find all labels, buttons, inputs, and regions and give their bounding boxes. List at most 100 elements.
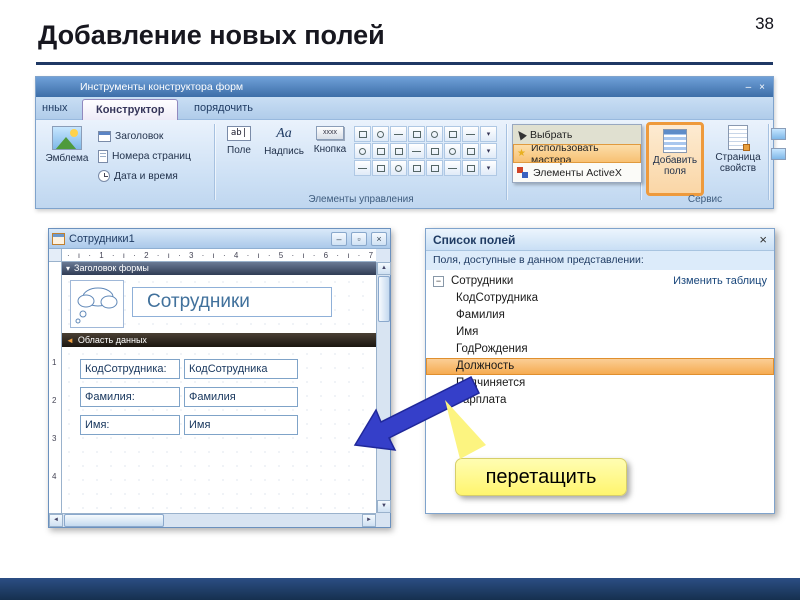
field-control-button[interactable]: ab| Поле [220,124,258,156]
emblem-label: Эмблема [40,153,94,164]
restore-icon[interactable]: ▫ [351,232,367,246]
gallery-scroll-down[interactable]: ▾ [480,143,497,159]
icon-part [743,144,750,151]
field-list-item[interactable]: Фамилия [426,307,774,324]
form-header-section-label: Заголовок формы [74,262,149,275]
clock-icon [98,170,110,182]
minimize-icon[interactable]: – [746,82,752,93]
menu-item-activex[interactable]: Элементы ActiveX [513,163,641,182]
date-time-button[interactable]: Дата и время [98,166,191,186]
controls-dropdown-menu: Выбрать ★ Использовать мастера Элементы … [512,124,642,183]
label-control-button[interactable]: Aa Надпись [262,124,306,157]
control-grid-button[interactable] [390,126,407,142]
table-row[interactable]: − Сотрудники Изменить таблицу [426,273,774,290]
control-grid-button[interactable] [444,126,461,142]
control-grid-button[interactable] [462,126,479,142]
property-sheet-label-line2: свойств [712,163,764,174]
ribbon-title-text: Инструменты конструктора форм [80,81,243,93]
field-list-item[interactable]: КодСотрудника [426,290,774,307]
control-grid-button[interactable] [354,143,371,159]
title-button[interactable]: Заголовок [98,126,191,146]
control-glyph [431,148,439,155]
tab-partial-right[interactable]: порядочить [194,97,253,120]
tab-partial-left[interactable]: нных [42,97,68,120]
gallery-scroll-up[interactable]: ▾ [480,126,497,142]
wizard-wand-icon: ★ [517,148,526,159]
emblem-button[interactable]: Эмблема [40,124,94,164]
control-grid-button[interactable] [426,160,443,176]
control-grid-button[interactable] [408,160,425,176]
control-grid-button[interactable] [372,126,389,142]
scroll-up-icon[interactable]: ▲ [377,262,391,275]
menu-item-use-wizards[interactable]: ★ Использовать мастера [513,144,641,163]
control-grid-button[interactable] [372,160,389,176]
minimize-icon[interactable]: – [331,232,347,246]
form-header-icon [98,131,111,142]
image-icon[interactable] [771,148,786,160]
scroll-down-icon[interactable]: ▼ [377,500,391,513]
logo-image-control[interactable] [70,280,124,328]
control-glyph [449,148,456,155]
form-header-section-bar[interactable]: ▾ Заголовок формы [62,262,376,275]
control-glyph [359,131,367,138]
control-glyph [395,165,402,172]
vertical-scroll-thumb[interactable] [378,276,390,322]
close-icon[interactable]: × [759,232,767,247]
field-value-box[interactable]: Фамилия [184,387,298,407]
close-icon[interactable]: × [371,232,387,246]
menu-item-use-wizards-label: Использовать мастера [531,142,641,166]
control-grid-button[interactable] [408,143,425,159]
tab-konstruktor[interactable]: Конструктор [82,99,178,120]
field-list-item[interactable]: Имя [426,324,774,341]
detail-section-bar[interactable]: ◄ Область данных [62,333,376,347]
image-icon[interactable] [771,128,786,140]
ruler-number: 1 [52,358,56,367]
control-grid-button[interactable] [390,143,407,159]
form-title-label[interactable]: Сотрудники [132,287,332,317]
ruler-number: 2 [52,396,56,405]
page-numbers-button[interactable]: Номера страниц [98,146,191,166]
control-glyph [413,165,421,172]
control-grid-button[interactable] [426,143,443,159]
control-grid-button[interactable] [426,126,443,142]
control-grid-button[interactable] [372,143,389,159]
button-control-button[interactable]: xxxx Кнопка [308,124,352,155]
scroll-right-icon[interactable]: ► [362,514,376,527]
control-glyph [466,134,475,135]
form-window-title-bar[interactable]: Сотрудники1 – ▫ × [49,229,390,249]
mountain-shape [55,137,77,150]
control-grid-button[interactable] [462,160,479,176]
label-control-label: Надпись [262,146,306,157]
icon-part [99,132,110,135]
field-list-subtitle: Поля, доступные в данном представлении: [426,251,774,270]
field-label-box[interactable]: КодСотрудника: [80,359,180,379]
control-grid-button[interactable] [390,160,407,176]
horizontal-scroll-thumb[interactable] [64,514,164,527]
field-list-title-bar[interactable]: Список полей × [426,229,774,251]
field-value-box[interactable]: КодСотрудника [184,359,298,379]
control-grid-button[interactable] [354,126,371,142]
property-sheet-button[interactable]: Страница свойств [712,125,764,174]
close-icon[interactable]: × [759,82,765,93]
field-value-box[interactable]: Имя [184,415,298,435]
field-list-item[interactable]: ГодРождения [426,341,774,358]
scrollbar-corner [376,513,390,527]
vertical-ruler: 1 2 3 4 [49,262,62,513]
control-grid-button[interactable] [444,160,461,176]
field-label-box[interactable]: Имя: [80,415,180,435]
gallery-more-button[interactable]: ▾ [480,160,497,176]
control-grid-button[interactable] [444,143,461,159]
control-grid-button[interactable] [354,160,371,176]
collapse-icon[interactable]: − [433,276,444,287]
group-separator [768,124,769,200]
button-control-label: Кнопка [308,144,352,155]
edit-table-link[interactable]: Изменить таблицу [673,273,767,290]
gallery-row: ▾ [354,126,502,143]
horizontal-scrollbar[interactable]: ◄ ► [49,513,376,527]
field-label-box[interactable]: Фамилия: [80,387,180,407]
control-grid-button[interactable] [408,126,425,142]
control-grid-button[interactable] [462,143,479,159]
scroll-left-icon[interactable]: ◄ [49,514,63,527]
field-control-label: Поле [220,145,258,156]
add-fields-button[interactable]: Добавить поля [646,122,704,196]
